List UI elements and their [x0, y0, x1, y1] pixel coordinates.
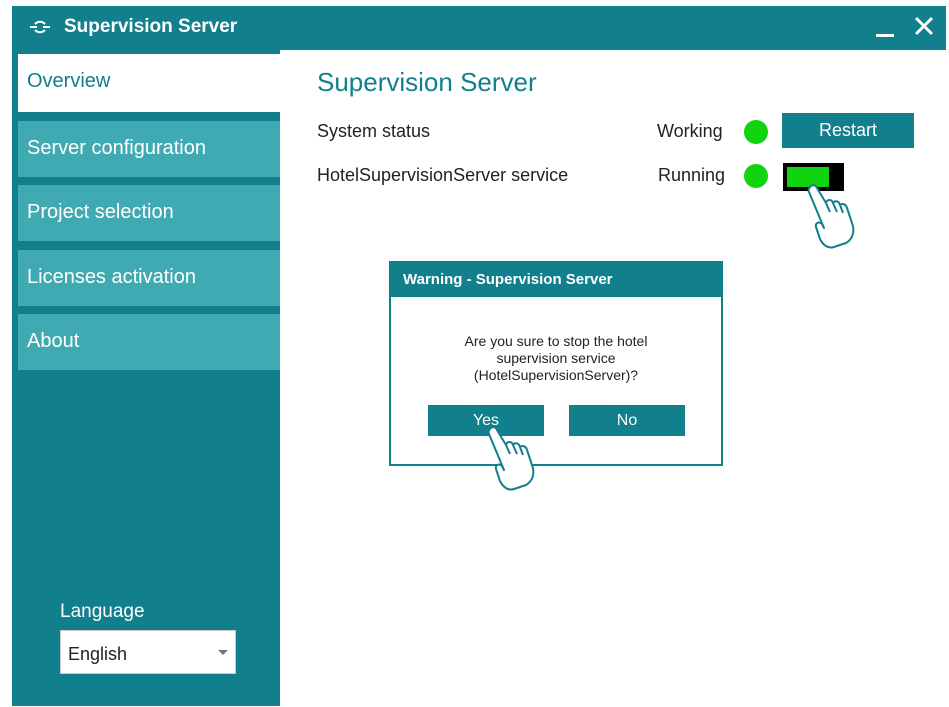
sidebar-item-label: Server configuration: [27, 137, 206, 159]
title-bar: Supervision Server: [12, 6, 946, 50]
chevron-down-icon: [218, 650, 228, 655]
sidebar-item-label: About: [27, 330, 80, 352]
toggle-on-indicator: [787, 167, 829, 187]
sidebar-item-project-selection[interactable]: Project selection: [18, 185, 280, 241]
status-led-icon: [744, 164, 768, 188]
sidebar-item-label: Project selection: [27, 201, 174, 223]
dialog-title: Warning - Supervision Server: [391, 263, 721, 297]
service-label: HotelSupervisionServer service: [317, 165, 569, 185]
system-status-label: System status: [317, 121, 431, 141]
status-led-icon: [744, 120, 768, 144]
dialog-message: Are you sure to stop the hotel supervisi…: [391, 333, 721, 384]
service-status-value: Running: [658, 165, 726, 185]
language-label: Language: [60, 601, 145, 622]
yes-button[interactable]: Yes: [428, 405, 544, 436]
sidebar-item-label: Licenses activation: [27, 266, 196, 288]
sidebar: Overview Server configuration Project se…: [12, 50, 280, 706]
sidebar-item-server-configuration[interactable]: Server configuration: [18, 121, 280, 177]
sidebar-item-label: Overview: [27, 70, 111, 92]
dialog-message-line: Are you sure to stop the hotel: [464, 333, 648, 349]
dialog-message-line: (HotelSupervisionServer)?: [473, 367, 639, 383]
minimize-icon[interactable]: [876, 34, 894, 37]
system-status-value: Working: [657, 121, 723, 141]
close-icon[interactable]: [910, 12, 938, 40]
sidebar-item-licenses-activation[interactable]: Licenses activation: [18, 250, 280, 306]
dialog-message-line: supervision service: [496, 350, 616, 366]
sidebar-item-about[interactable]: About: [18, 314, 280, 370]
sidebar-item-overview[interactable]: Overview: [18, 54, 280, 112]
language-selected-value: English: [68, 644, 128, 664]
page-title: Supervision Server: [317, 67, 537, 97]
language-select[interactable]: English: [60, 630, 236, 674]
window-title: Supervision Server: [64, 16, 238, 37]
supervision-logo-icon: [28, 16, 52, 38]
restart-button[interactable]: Restart: [782, 113, 914, 148]
warning-dialog: Warning - Supervision Server Are you sur…: [389, 261, 723, 466]
service-toggle[interactable]: [783, 163, 844, 191]
no-button[interactable]: No: [569, 405, 685, 436]
